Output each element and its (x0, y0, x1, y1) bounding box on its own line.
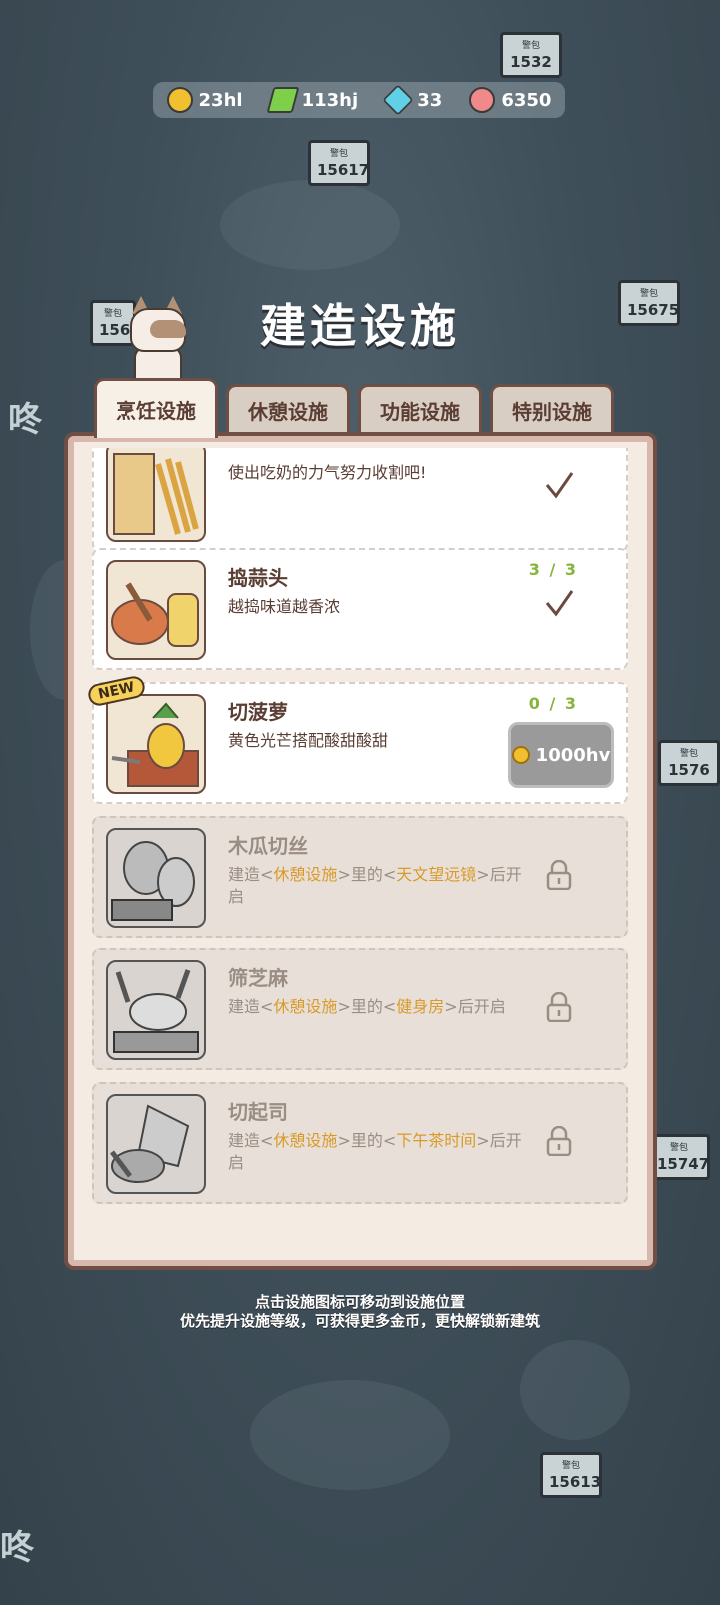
facility-image[interactable] (106, 694, 206, 794)
background-deco (520, 1340, 630, 1440)
facility-image[interactable] (106, 560, 206, 660)
facility-name: 筛芝麻 (228, 966, 288, 990)
tombstone-sign: 15617 (308, 140, 370, 186)
tab-function[interactable]: 功能设施 (358, 384, 482, 434)
shell-value: 6350 (501, 89, 552, 111)
facility-name: 切起司 (228, 1100, 288, 1124)
lock-icon (546, 860, 572, 890)
hint-text: 点击设施图标可移动到设施位置 优先提升设施等级，可获得更多金币，更快解锁新建筑 (0, 1293, 720, 1331)
facility-desc: 使出吃奶的力气努力收割吧! (228, 463, 427, 482)
facility-card-garlic[interactable]: 捣蒜头 3 / 3 越捣味道越香浓 (92, 548, 628, 670)
gem-value: 33 (417, 89, 443, 111)
facility-card-sesame[interactable]: 筛芝麻 建造<休憩设施>里的<健身房>后开启 (92, 948, 628, 1070)
diamond-icon (382, 84, 414, 116)
hint-line-2: 优先提升设施等级，可获得更多金币，更快解锁新建筑 (179, 1312, 540, 1330)
coin-counter[interactable]: 23hl (166, 87, 243, 113)
facility-image[interactable] (106, 1094, 206, 1194)
hint-line-1: 点击设施图标可移动到设施位置 (254, 1293, 465, 1311)
facility-name: 捣蒜头 (228, 566, 288, 590)
facility-progress: 3 / 3 (528, 560, 578, 579)
facility-name: 切菠萝 (228, 700, 288, 724)
tombstone-sign: 1576 (658, 740, 720, 786)
facility-desc: 建造<休憩设施>里的<健身房>后开启 (228, 997, 506, 1016)
facility-desc: 黄色光芒搭配酸甜酸甜 (228, 731, 389, 750)
check-icon (545, 472, 574, 499)
tab-rest[interactable]: 休憩设施 (226, 384, 350, 434)
facility-image[interactable] (106, 448, 206, 542)
check-icon (545, 590, 574, 617)
facility-list[interactable]: 使出吃奶的力气努力收割吧! 捣蒜头 3 / 3 越捣味道越香浓 NEW 切菠萝 … (88, 448, 632, 1254)
background-deco (220, 180, 400, 270)
energy-value: 113hj (301, 89, 359, 111)
gem-counter[interactable]: 33 (382, 84, 443, 116)
facility-image[interactable] (106, 960, 206, 1060)
tab-cooking[interactable]: 烹饪设施 (94, 378, 218, 438)
tab-special[interactable]: 特别设施 (490, 384, 614, 434)
tombstone-sign: 1532 (500, 32, 562, 78)
facility-card-harvest[interactable]: 使出吃奶的力气努力收割吧! (92, 448, 628, 552)
tombstone-sign: 15747 (648, 1134, 710, 1180)
cat-mascot (126, 296, 186, 384)
coin-value: 23hl (198, 89, 243, 111)
coin-icon (511, 746, 530, 764)
facility-card-papaya[interactable]: 木瓜切丝 建造<休憩设施>里的<天文望远镜>后开启 (92, 816, 628, 938)
background-deco (250, 1380, 450, 1490)
lightning-icon (266, 87, 300, 113)
build-price: 1000hv (535, 744, 611, 766)
page-title: 建造设施 (260, 299, 460, 353)
facility-progress: 0 / 3 (528, 694, 578, 713)
facility-desc: 建造<休憩设施>里的<天文望远镜>后开启 (228, 865, 522, 906)
coin-icon (166, 87, 193, 113)
facility-desc: 越捣味道越香浓 (228, 597, 341, 616)
lock-icon (546, 1126, 572, 1156)
resource-bar: 23hl 113hj 33 6350 (153, 82, 565, 118)
facility-card-pineapple[interactable]: NEW 切菠萝 0 / 3 黄色光芒搭配酸甜酸甜 1000hv (88, 674, 628, 804)
side-glyph: 咚 (8, 400, 42, 440)
side-glyph: 咚 (0, 1528, 34, 1568)
facility-name: 木瓜切丝 (228, 834, 308, 858)
lock-icon (546, 992, 572, 1022)
facility-desc: 建造<休憩设施>里的<下午茶时间>后开启 (228, 1131, 522, 1172)
facility-card-cheese[interactable]: 切起司 建造<休憩设施>里的<下午茶时间>后开启 (92, 1082, 628, 1204)
shell-counter[interactable]: 6350 (469, 87, 551, 113)
shell-icon (469, 87, 496, 113)
facility-image[interactable] (106, 828, 206, 928)
energy-counter[interactable]: 113hj (266, 87, 359, 113)
build-button[interactable]: 1000hv (508, 722, 614, 788)
tombstone-sign: 15613 (540, 1452, 602, 1498)
